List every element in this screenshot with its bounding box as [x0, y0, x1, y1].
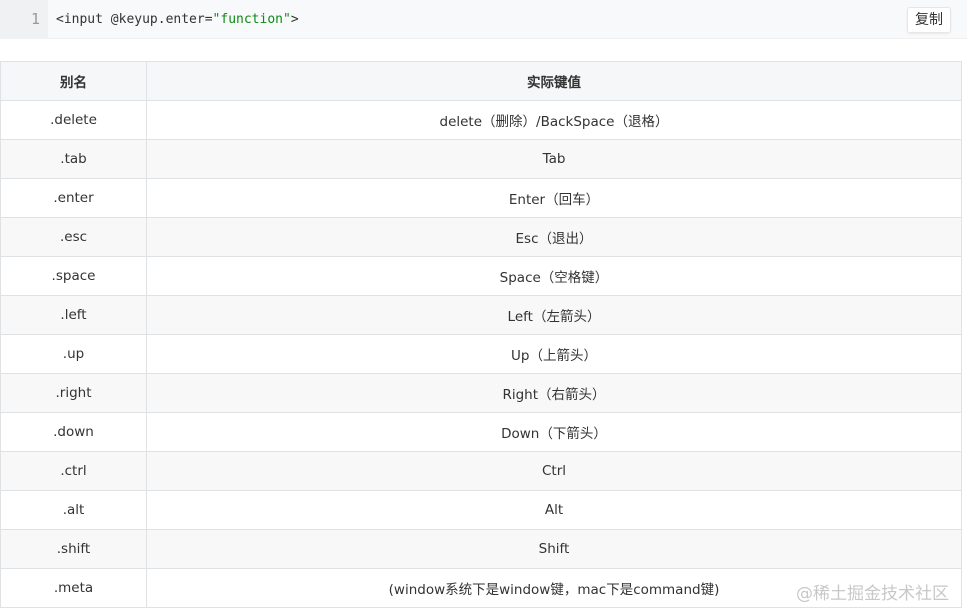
code-string: "function": [212, 12, 291, 27]
value-cell: (window系统下是window键，mac下是command键): [146, 568, 962, 608]
value-cell: Right（右箭头）: [146, 373, 962, 413]
table-row: .enter Enter（回车）: [0, 178, 962, 218]
value-cell: Space（空格键）: [146, 256, 962, 296]
line-number: 1: [0, 0, 48, 39]
alias-cell: .shift: [0, 529, 147, 569]
alias-cell: .delete: [0, 100, 147, 140]
alias-cell: .ctrl: [0, 451, 147, 491]
alias-cell: .enter: [0, 178, 147, 218]
value-cell: Esc（退出）: [146, 217, 962, 257]
code-block: 1 <input @keyup.enter="function"> 复制: [0, 0, 967, 39]
value-cell: Up（上箭头）: [146, 334, 962, 374]
value-cell: Alt: [146, 490, 962, 530]
table-row: .delete delete（删除）/BackSpace（退格）: [0, 100, 962, 140]
table-row: .down Down（下箭头）: [0, 412, 962, 452]
table-row: .meta (window系统下是window键，mac下是command键): [0, 568, 962, 608]
key-alias-table: 别名 实际键值 .delete delete（删除）/BackSpace（退格）…: [0, 61, 962, 608]
alias-cell: .tab: [0, 139, 147, 179]
table-row: .up Up（上箭头）: [0, 334, 962, 374]
alias-cell: .meta: [0, 568, 147, 608]
alias-cell: .space: [0, 256, 147, 296]
table-row: .left Left（左箭头）: [0, 295, 962, 335]
table-row: .right Right（右箭头）: [0, 373, 962, 413]
table-row: .space Space（空格键）: [0, 256, 962, 296]
code-line: <input @keyup.enter="function">: [56, 0, 299, 39]
value-cell: Left（左箭头）: [146, 295, 962, 335]
value-cell: Enter（回车）: [146, 178, 962, 218]
key-alias-table-container: 别名 实际键值 .delete delete（删除）/BackSpace（退格）…: [0, 61, 962, 608]
value-cell: delete（删除）/BackSpace（退格）: [146, 100, 962, 140]
copy-button[interactable]: 复制: [907, 7, 951, 33]
header-alias: 别名: [0, 61, 147, 101]
table-row: .esc Esc（退出）: [0, 217, 962, 257]
value-cell: Shift: [146, 529, 962, 569]
alias-cell: .left: [0, 295, 147, 335]
table-row: .tab Tab: [0, 139, 962, 179]
value-cell: Ctrl: [146, 451, 962, 491]
alias-cell: .right: [0, 373, 147, 413]
alias-cell: .esc: [0, 217, 147, 257]
table-row: .ctrl Ctrl: [0, 451, 962, 491]
alias-cell: .up: [0, 334, 147, 374]
alias-cell: .down: [0, 412, 147, 452]
table-row: .shift Shift: [0, 529, 962, 569]
code-text-end: >: [290, 12, 299, 27]
header-actual-key: 实际键值: [146, 61, 962, 101]
table-header-row: 别名 实际键值: [0, 61, 962, 101]
value-cell: Down（下箭头）: [146, 412, 962, 452]
table-row: .alt Alt: [0, 490, 962, 530]
code-text: <input @keyup.enter=: [56, 12, 213, 27]
value-cell: Tab: [146, 139, 962, 179]
alias-cell: .alt: [0, 490, 147, 530]
